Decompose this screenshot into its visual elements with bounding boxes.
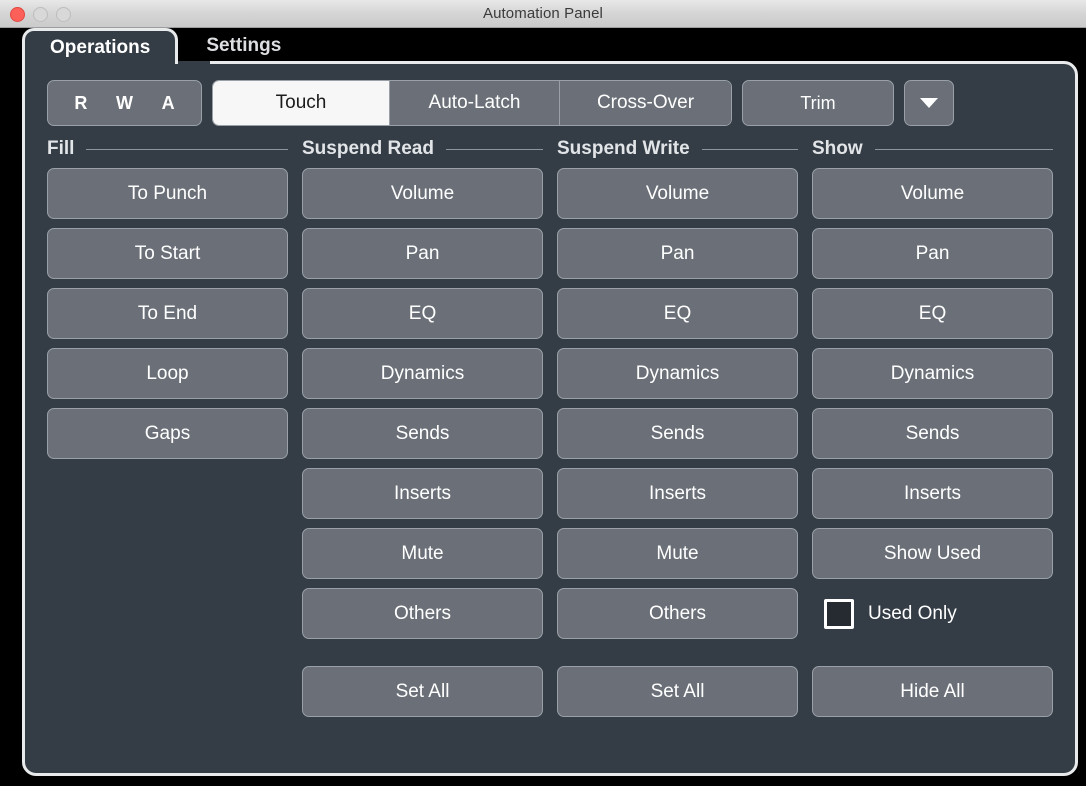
used-only-label: Used Only xyxy=(868,602,957,624)
header-rule xyxy=(701,148,798,150)
header-rule xyxy=(874,148,1053,150)
suspend-write-pan-button[interactable]: Pan xyxy=(557,228,798,279)
column-spacer xyxy=(812,648,1053,657)
trim-button[interactable]: Trim xyxy=(742,80,894,126)
column-show: Volume Pan EQ Dynamics Sends Inserts Sho… xyxy=(812,168,1053,717)
column-suspend-write: Volume Pan EQ Dynamics Sends Inserts Mut… xyxy=(557,168,798,717)
header-rule xyxy=(445,148,543,150)
tab-operations[interactable]: Operations xyxy=(22,28,179,64)
fill-to-start-button[interactable]: To Start xyxy=(47,228,288,279)
suspend-write-inserts-button[interactable]: Inserts xyxy=(557,468,798,519)
suspend-write-mute-button[interactable]: Mute xyxy=(557,528,798,579)
show-eq-button[interactable]: EQ xyxy=(812,288,1053,339)
fill-to-punch-button[interactable]: To Punch xyxy=(47,168,288,219)
fill-gaps-button[interactable]: Gaps xyxy=(47,408,288,459)
column-fill: To Punch To Start To End Loop Gaps xyxy=(47,168,288,717)
suspend-read-others-button[interactable]: Others xyxy=(302,588,543,639)
column-headers: Fill Suspend Read Suspend Write Show xyxy=(47,134,1053,164)
header-rule xyxy=(86,148,288,150)
column-spacer xyxy=(302,648,543,657)
show-hide-all-button[interactable]: Hide All xyxy=(812,666,1053,717)
column-header-fill: Fill xyxy=(47,138,288,160)
window-controls xyxy=(10,0,71,28)
read-indicator[interactable]: R xyxy=(74,93,87,114)
show-sends-button[interactable]: Sends xyxy=(812,408,1053,459)
automation-toolbar: R W A Touch Auto-Latch Cross-Over Trim xyxy=(47,80,1053,126)
title-bar: Automation Panel xyxy=(0,0,1086,28)
tab-settings[interactable]: Settings xyxy=(178,28,309,64)
column-spacer xyxy=(557,648,798,657)
tab-bar: Operations Settings xyxy=(0,28,1086,64)
tab-operations-label: Operations xyxy=(50,36,151,58)
mode-touch-button[interactable]: Touch xyxy=(213,81,389,125)
used-only-checkbox[interactable] xyxy=(824,598,854,629)
mode-cross-over-button[interactable]: Cross-Over xyxy=(559,81,731,125)
suspend-read-pan-button[interactable]: Pan xyxy=(302,228,543,279)
button-grid: To Punch To Start To End Loop Gaps Volum… xyxy=(47,168,1053,717)
show-pan-button[interactable]: Pan xyxy=(812,228,1053,279)
suspend-write-volume-button[interactable]: Volume xyxy=(557,168,798,219)
minimize-button[interactable] xyxy=(33,6,48,22)
suspend-read-set-all-button[interactable]: Set All xyxy=(302,666,543,717)
automation-mode-segmented-control: Touch Auto-Latch Cross-Over xyxy=(212,80,732,126)
column-header-suspend-read: Suspend Read xyxy=(302,138,543,160)
suspend-write-sends-button[interactable]: Sends xyxy=(557,408,798,459)
application-window: Automation Panel Operations Settings R W… xyxy=(0,0,1086,786)
suspend-write-others-button[interactable]: Others xyxy=(557,588,798,639)
operations-panel: R W A Touch Auto-Latch Cross-Over Trim F… xyxy=(22,61,1078,776)
used-only-checkbox-row[interactable]: Used Only xyxy=(812,588,1053,639)
show-volume-button[interactable]: Volume xyxy=(812,168,1053,219)
fill-loop-button[interactable]: Loop xyxy=(47,348,288,399)
tab-settings-label: Settings xyxy=(206,35,282,56)
auto-indicator[interactable]: A xyxy=(162,93,175,114)
zoom-button[interactable] xyxy=(56,6,71,22)
suspend-read-dynamics-button[interactable]: Dynamics xyxy=(302,348,543,399)
show-inserts-button[interactable]: Inserts xyxy=(812,468,1053,519)
show-dynamics-button[interactable]: Dynamics xyxy=(812,348,1053,399)
rwa-indicator-group[interactable]: R W A xyxy=(47,80,202,126)
suspend-write-dynamics-button[interactable]: Dynamics xyxy=(557,348,798,399)
chevron-down-icon xyxy=(920,98,938,108)
fill-to-end-button[interactable]: To End xyxy=(47,288,288,339)
column-header-fill-label: Fill xyxy=(47,138,75,159)
column-header-show-label: Show xyxy=(812,138,863,159)
window-title: Automation Panel xyxy=(482,5,603,22)
column-header-suspend-write: Suspend Write xyxy=(557,138,798,160)
column-header-suspend-write-label: Suspend Write xyxy=(557,138,690,159)
mode-auto-latch-button[interactable]: Auto-Latch xyxy=(389,81,559,125)
suspend-read-volume-button[interactable]: Volume xyxy=(302,168,543,219)
suspend-read-sends-button[interactable]: Sends xyxy=(302,408,543,459)
close-button[interactable] xyxy=(10,6,25,22)
column-header-suspend-read-label: Suspend Read xyxy=(302,138,434,159)
suspend-write-set-all-button[interactable]: Set All xyxy=(557,666,798,717)
suspend-read-mute-button[interactable]: Mute xyxy=(302,528,543,579)
column-header-show: Show xyxy=(812,138,1053,160)
suspend-read-inserts-button[interactable]: Inserts xyxy=(302,468,543,519)
suspend-write-eq-button[interactable]: EQ xyxy=(557,288,798,339)
column-suspend-read: Volume Pan EQ Dynamics Sends Inserts Mut… xyxy=(302,168,543,717)
write-indicator[interactable]: W xyxy=(116,93,133,114)
suspend-read-eq-button[interactable]: EQ xyxy=(302,288,543,339)
mode-dropdown-button[interactable] xyxy=(904,80,954,126)
show-used-button[interactable]: Show Used xyxy=(812,528,1053,579)
